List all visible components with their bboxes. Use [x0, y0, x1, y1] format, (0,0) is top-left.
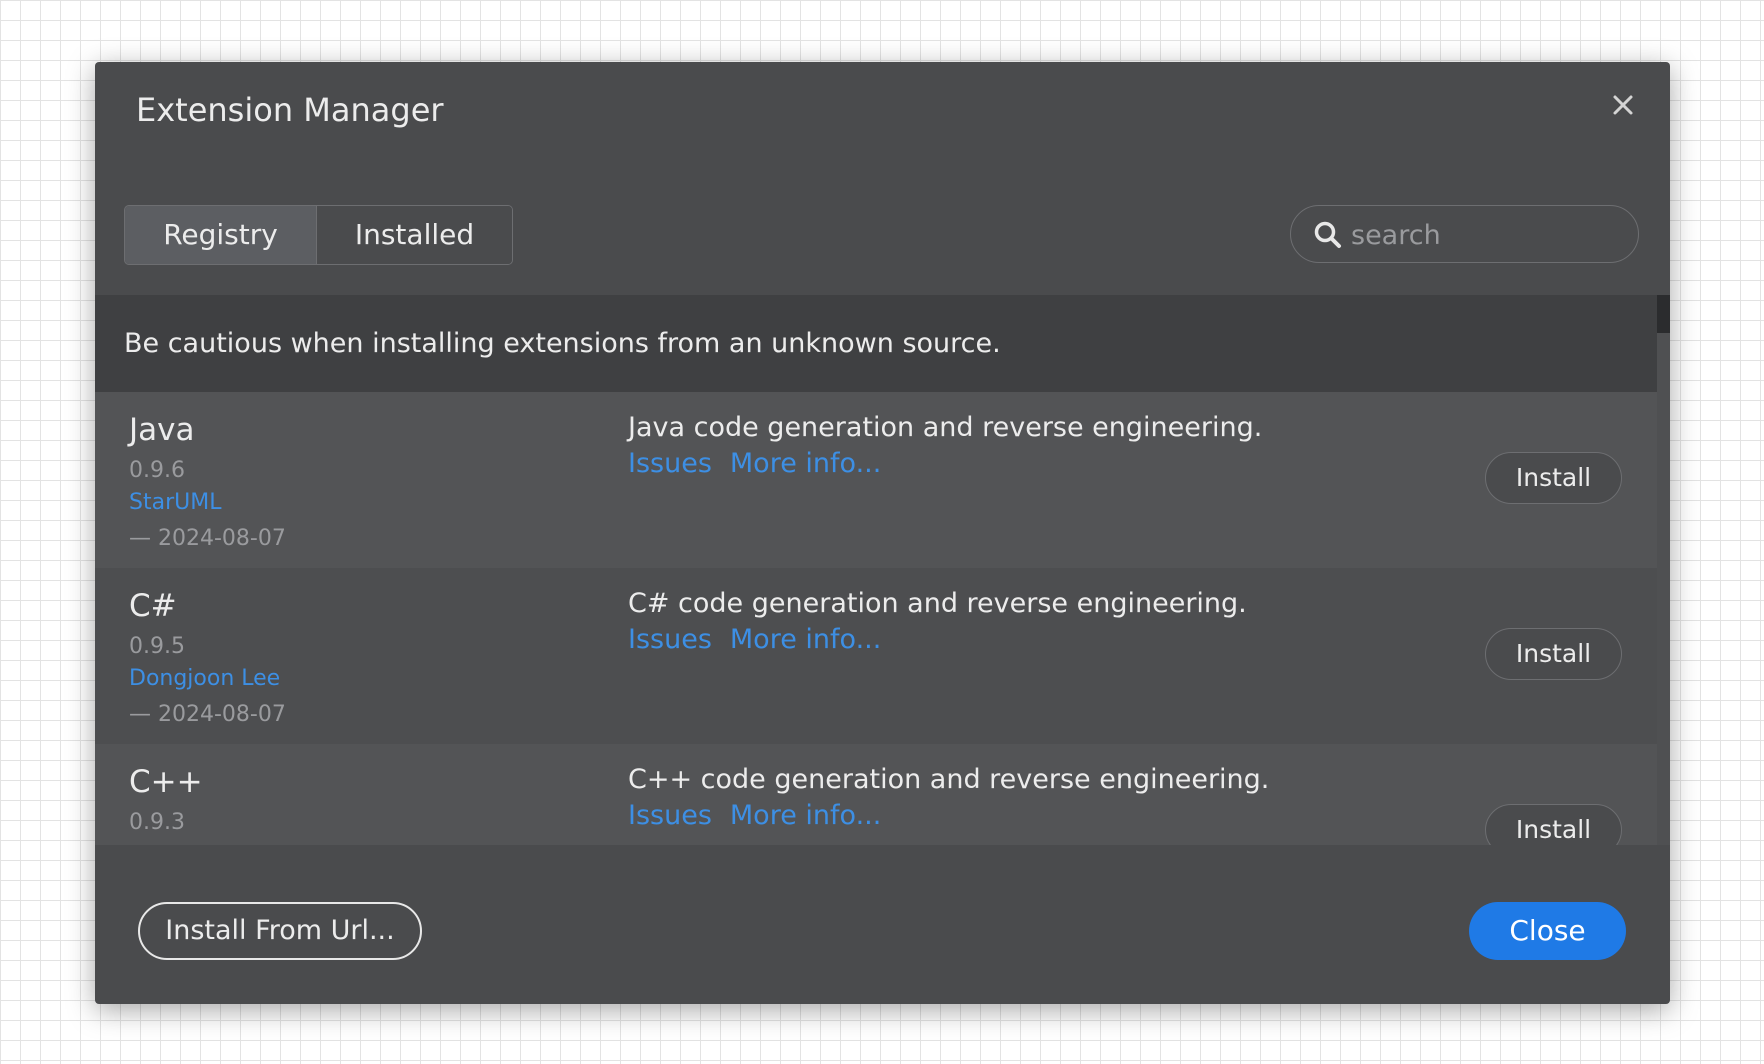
tab-group: Registry Installed — [124, 205, 513, 265]
extension-list: Be cautious when installing extensions f… — [95, 295, 1670, 845]
tab-installed[interactable]: Installed — [317, 206, 512, 264]
close-icon[interactable] — [1606, 88, 1640, 122]
close-button[interactable]: Close — [1469, 902, 1626, 960]
search-box — [1290, 205, 1639, 263]
extension-name: C++ — [129, 764, 203, 800]
extension-author-link[interactable]: StarUML — [129, 488, 221, 518]
install-button[interactable]: Install — [1485, 804, 1622, 845]
install-button[interactable]: Install — [1485, 628, 1622, 680]
search-icon — [1314, 221, 1341, 248]
extension-version: 0.9.5 — [129, 634, 185, 659]
extension-row-cpp: C++ 0.9.3 C++ code generation and revers… — [95, 744, 1657, 845]
extension-description: Java code generation and reverse enginee… — [628, 412, 1263, 443]
extension-author-link[interactable]: Dongjoon Lee — [129, 664, 280, 694]
install-from-url-button[interactable]: Install From Url... — [138, 902, 422, 960]
issues-link[interactable]: Issues — [628, 448, 712, 479]
more-info-link[interactable]: More info... — [730, 800, 881, 831]
scrollbar-thumb[interactable] — [1657, 295, 1670, 333]
extension-row-csharp: C# 0.9.5 Dongjoon Lee — 2024-08-07 C# co… — [95, 568, 1657, 744]
more-info-link[interactable]: More info... — [730, 624, 881, 655]
extension-date: — 2024-08-07 — [129, 702, 286, 727]
extension-version: 0.9.6 — [129, 458, 185, 483]
extension-links: Issues More info... — [628, 622, 899, 658]
scrollbar[interactable] — [1657, 295, 1670, 845]
install-button[interactable]: Install — [1485, 452, 1622, 504]
extension-version: 0.9.3 — [129, 810, 185, 835]
extension-name: Java — [129, 412, 195, 448]
extension-links: Issues More info... — [628, 446, 899, 482]
more-info-link[interactable]: More info... — [730, 448, 881, 479]
tab-registry[interactable]: Registry — [125, 206, 317, 264]
search-input[interactable] — [1349, 214, 1623, 256]
extension-links: Issues More info... — [628, 798, 899, 834]
issues-link[interactable]: Issues — [628, 800, 712, 831]
issues-link[interactable]: Issues — [628, 624, 712, 655]
warning-banner: Be cautious when installing extensions f… — [95, 295, 1657, 392]
extension-name: C# — [129, 588, 177, 624]
extension-description: C++ code generation and reverse engineer… — [628, 764, 1270, 795]
dialog-title: Extension Manager — [136, 91, 444, 129]
extension-date: — 2024-08-07 — [129, 526, 286, 551]
extension-row-java: Java 0.9.6 StarUML — 2024-08-07 Java cod… — [95, 392, 1657, 568]
extension-description: C# code generation and reverse engineeri… — [628, 588, 1247, 619]
extension-manager-dialog: Extension Manager Registry Installed Be … — [95, 62, 1670, 1004]
